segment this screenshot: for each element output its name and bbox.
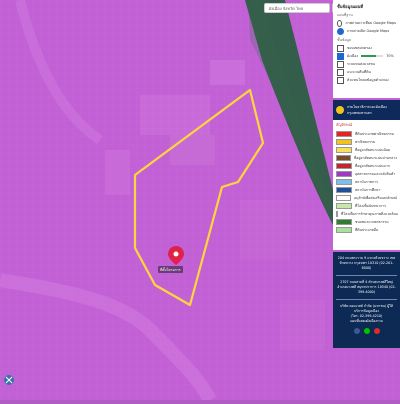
legend-swatch bbox=[336, 155, 351, 161]
legend-swatch bbox=[336, 179, 352, 185]
legend-swatch bbox=[336, 131, 352, 137]
contact-footer: แผนที่แสดงผังเมืองรวม bbox=[350, 319, 383, 323]
checkbox-location[interactable] bbox=[337, 76, 344, 84]
legend-item: ที่ดินประเภทอื่น bbox=[336, 226, 397, 234]
social-links bbox=[336, 328, 397, 334]
youtube-icon[interactable] bbox=[373, 328, 380, 334]
opacity-slider-fill bbox=[361, 55, 377, 57]
legend-swatch bbox=[336, 203, 352, 209]
legend-label: อนุรักษ์เพื่อส่งเสริมเอกลักษณ์ bbox=[353, 196, 397, 200]
legend-label: พาณิชยกรรม bbox=[355, 140, 376, 144]
line-icon[interactable] bbox=[363, 328, 370, 334]
search-input[interactable]: ผังเมือง จังหวัด ไหล bbox=[264, 3, 330, 13]
map-option-street[interactable]: ภาพถ่ายเปิด Google Maps bbox=[337, 27, 396, 35]
overlay-label: ชั้นข้อมูล bbox=[337, 38, 352, 42]
checkbox-zoning[interactable] bbox=[337, 52, 344, 60]
legend-swatch bbox=[336, 219, 352, 225]
overlay-expropriation[interactable]: แนวเวนคืนที่ดิน bbox=[337, 68, 396, 76]
legend-label: สถาบันราชการ bbox=[355, 180, 379, 184]
legend-swatch bbox=[336, 139, 352, 145]
legend-label: ที่ดินประเภทพาณิชยกรรม bbox=[355, 132, 394, 136]
legend-panel: สัญลักษณ์ ที่ดินประเภทพาณิชยกรรมพาณิชยกร… bbox=[333, 120, 400, 250]
legend-item: พาณิชยกรรม bbox=[336, 138, 397, 146]
legend-swatch bbox=[336, 195, 351, 201]
legend-label: ที่อยู่อาศัยหนาแน่นปานกลาง bbox=[353, 156, 397, 160]
legend-title: สัญลักษณ์ bbox=[336, 122, 353, 127]
contact-company: บริษัท คอมเวสท์ จำกัด (มหาชน) ผู้ให้บริก… bbox=[340, 304, 393, 313]
legend-header-title: กรมโยธาธิการและผังเมืองกรุงเทพมหานคร bbox=[347, 105, 387, 115]
overlay-boundary[interactable]: ขอบเขตปกครอง bbox=[337, 44, 396, 52]
legend-swatch bbox=[336, 147, 352, 153]
map-type-label: แผนที่ฐาน bbox=[337, 13, 353, 17]
opacity-slider[interactable] bbox=[361, 55, 384, 57]
legend-label: สถาบันการศึกษา bbox=[355, 188, 381, 192]
radio-satellite[interactable] bbox=[337, 19, 343, 27]
map-option-satellite[interactable]: ภาพถ่ายดาวเทียม Google Maps bbox=[337, 19, 396, 27]
divider bbox=[336, 299, 397, 300]
checkbox-transit[interactable] bbox=[337, 60, 344, 68]
legend-label: ชนบทและเกษตรกรรม bbox=[355, 220, 389, 224]
legend-label: ที่โล่งเพื่อนันทนาการ bbox=[355, 204, 387, 208]
legend-item: ที่อยู่อาศัยหนาแน่นปานกลาง bbox=[336, 154, 397, 162]
legend-item: ชนบทและเกษตรกรรม bbox=[336, 218, 397, 226]
legend-label: ที่อยู่อาศัยหนาแน่นน้อย bbox=[355, 148, 391, 152]
legend-label: ที่อยู่อาศัยหนาแน่นมาก bbox=[355, 164, 390, 168]
checkbox-boundary[interactable] bbox=[337, 44, 344, 52]
legend-item: อุตสาหกรรมและคลังสินค้า bbox=[336, 170, 397, 178]
legend-item: ที่โล่งเพื่อนันทนาการ bbox=[336, 202, 397, 210]
legend-item: ที่ดินประเภทพาณิชยกรรม bbox=[336, 130, 397, 138]
contact-panel: 204 ถนนพระราม 9 แขวงห้วยขวาง เขตห้วยขวาง… bbox=[333, 252, 400, 348]
legend-header: กรมโยธาธิการและผังเมืองกรุงเทพมหานคร bbox=[333, 100, 400, 120]
facebook-icon[interactable] bbox=[353, 328, 360, 334]
legend-item: สถาบันราชการ bbox=[336, 178, 397, 186]
legend-swatch bbox=[336, 163, 352, 169]
contact-address-2: 2707 ถนนสายที่ 4 ตำบลบางพลีใหญ่ อำเภอบาง… bbox=[337, 280, 396, 294]
legend-label: ที่โล่งเพื่อการรักษาคุณภาพสิ่งแวดล้อม bbox=[341, 212, 398, 216]
legend-swatch bbox=[336, 211, 338, 217]
legend-swatch bbox=[336, 171, 352, 177]
legend-item: ที่อยู่อาศัยหนาแน่นน้อย bbox=[336, 146, 397, 154]
layers-panel: ชั้นข้อมูลแผนที่ แผนที่ฐาน ภาพถ่ายดาวเที… bbox=[333, 0, 400, 98]
logo-icon bbox=[4, 375, 14, 385]
river bbox=[245, 0, 333, 225]
layers-panel-title: ชั้นข้อมูลแผนที่ bbox=[337, 4, 363, 9]
legend-item: ที่อยู่อาศัยหนาแน่นมาก bbox=[336, 162, 397, 170]
overlay-zoning[interactable]: ผังเมือง 70% bbox=[337, 52, 396, 60]
marker-label: ที่ตั้งโครงการ bbox=[158, 266, 183, 273]
legend-item: สถาบันการศึกษา bbox=[336, 186, 397, 194]
contact-address-1: 204 ถนนพระราม 9 แขวงห้วยขวาง เขตห้วยขวาง… bbox=[337, 256, 396, 270]
project-boundary[interactable] bbox=[133, 88, 265, 307]
location-pin-icon[interactable] bbox=[168, 246, 184, 265]
divider bbox=[336, 275, 397, 276]
agency-logo-icon bbox=[336, 106, 344, 114]
legend-swatch bbox=[336, 187, 352, 193]
checkbox-expropriation[interactable] bbox=[337, 68, 344, 76]
legend-item: อนุรักษ์เพื่อส่งเสริมเอกลักษณ์ bbox=[336, 194, 397, 202]
legend-label: อุตสาหกรรมและคลังสินค้า bbox=[355, 172, 396, 176]
legend-swatch bbox=[336, 227, 352, 233]
overlay-transit[interactable]: ระบบขนส่งมวลชน bbox=[337, 60, 396, 68]
radio-street[interactable] bbox=[337, 27, 344, 35]
legend-label: ที่ดินประเภทอื่น bbox=[355, 228, 379, 232]
legend-item: ที่โล่งเพื่อการรักษาคุณภาพสิ่งแวดล้อม bbox=[336, 210, 398, 218]
overlay-location[interactable]: ตัวแทนโหลดข้อมูลตำแหน่ง bbox=[337, 76, 396, 84]
legend-list: ที่ดินประเภทพาณิชยกรรมพาณิชยกรรมที่อยู่อ… bbox=[336, 130, 398, 234]
